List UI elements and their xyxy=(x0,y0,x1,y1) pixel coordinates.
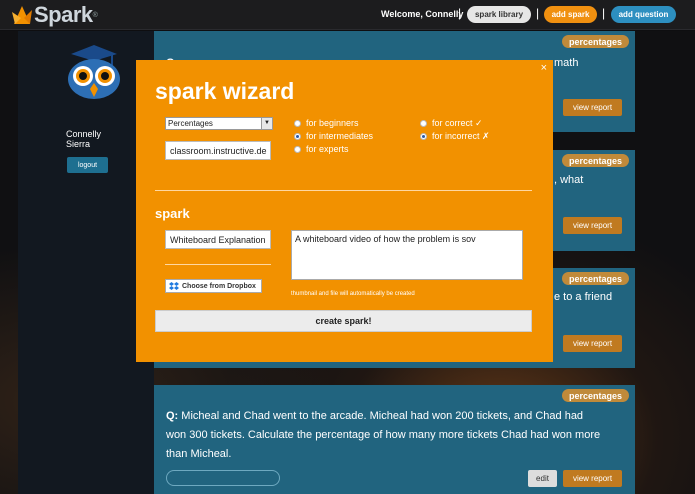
chevron-down-icon: ▼ xyxy=(261,118,272,129)
feedback-incorrect-radio[interactable]: for incorrect ✗ xyxy=(420,131,490,142)
divider xyxy=(155,190,532,191)
radio-dot xyxy=(294,145,301,153)
spark-library-button[interactable]: spark library xyxy=(467,6,531,23)
question-text: , what xyxy=(554,174,584,186)
radio-dot xyxy=(420,133,427,140)
logo-text: Spark xyxy=(34,2,93,27)
user-name: Connelly Sierra xyxy=(66,129,102,149)
radio-dot xyxy=(420,120,427,127)
registered-mark: ® xyxy=(92,11,98,19)
auto-create-note: thumbnail and file will automatically be… xyxy=(291,291,415,297)
add-question-button[interactable]: add question xyxy=(611,6,676,23)
level-intermediates-radio[interactable]: for intermediates xyxy=(294,131,373,141)
spark-burst-icon xyxy=(12,6,32,24)
question-text: e to a friend xyxy=(554,291,613,303)
spark-title-input[interactable] xyxy=(165,230,271,249)
answer-input[interactable] xyxy=(166,470,280,486)
level-experts-radio[interactable]: for experts xyxy=(294,144,349,154)
edit-button[interactable]: edit xyxy=(528,470,557,487)
choose-from-dropbox-button[interactable]: Choose from Dropbox xyxy=(165,279,262,293)
spark-wizard-modal: × spark wizard Percentages ▼ for beginne… xyxy=(136,60,553,362)
topic-select[interactable]: Percentages ▼ xyxy=(165,117,273,130)
logout-button[interactable]: logout xyxy=(67,157,108,173)
url-input[interactable] xyxy=(165,141,271,160)
level-beginners-radio[interactable]: for beginners xyxy=(294,118,359,128)
header-separator: | xyxy=(536,6,540,20)
category-tag: percentages xyxy=(561,154,629,167)
dropbox-icon xyxy=(169,281,179,290)
header-separator: | xyxy=(602,6,606,20)
radio-dot xyxy=(294,119,301,127)
view-report-button[interactable]: view report xyxy=(563,99,622,116)
spark-section-title: spark xyxy=(155,206,190,221)
question-text: math xyxy=(554,57,579,69)
wizard-title: spark wizard xyxy=(155,78,295,104)
category-tag: percentages xyxy=(561,272,629,285)
question-text: Q: Micheal and Chad went to the arcade. … xyxy=(166,410,601,460)
view-report-button[interactable]: view report xyxy=(563,335,622,352)
welcome-text: Welcome, Connelly xyxy=(381,9,464,19)
top-bar: Spark ® Welcome, Connelly | spark librar… xyxy=(0,0,695,30)
radio-dot xyxy=(294,132,301,140)
category-tag: percentages xyxy=(561,389,629,402)
add-spark-button[interactable]: add spark xyxy=(544,6,597,23)
header-separator: | xyxy=(458,6,462,20)
owl-avatar-icon xyxy=(68,45,120,99)
question-card: percentages Q: Micheal and Chad went to … xyxy=(154,385,635,494)
logo[interactable]: Spark ® xyxy=(12,2,98,28)
category-tag: percentages xyxy=(561,35,629,48)
spark-description-textarea[interactable]: A whiteboard video of how the problem is… xyxy=(291,230,523,280)
close-icon[interactable]: × xyxy=(541,62,547,74)
divider xyxy=(165,264,271,265)
view-report-button[interactable]: view report xyxy=(563,470,622,487)
feedback-correct-radio[interactable]: for correct ✓ xyxy=(420,118,483,129)
create-spark-button[interactable]: create spark! xyxy=(155,310,532,332)
view-report-button[interactable]: view report xyxy=(563,217,622,234)
